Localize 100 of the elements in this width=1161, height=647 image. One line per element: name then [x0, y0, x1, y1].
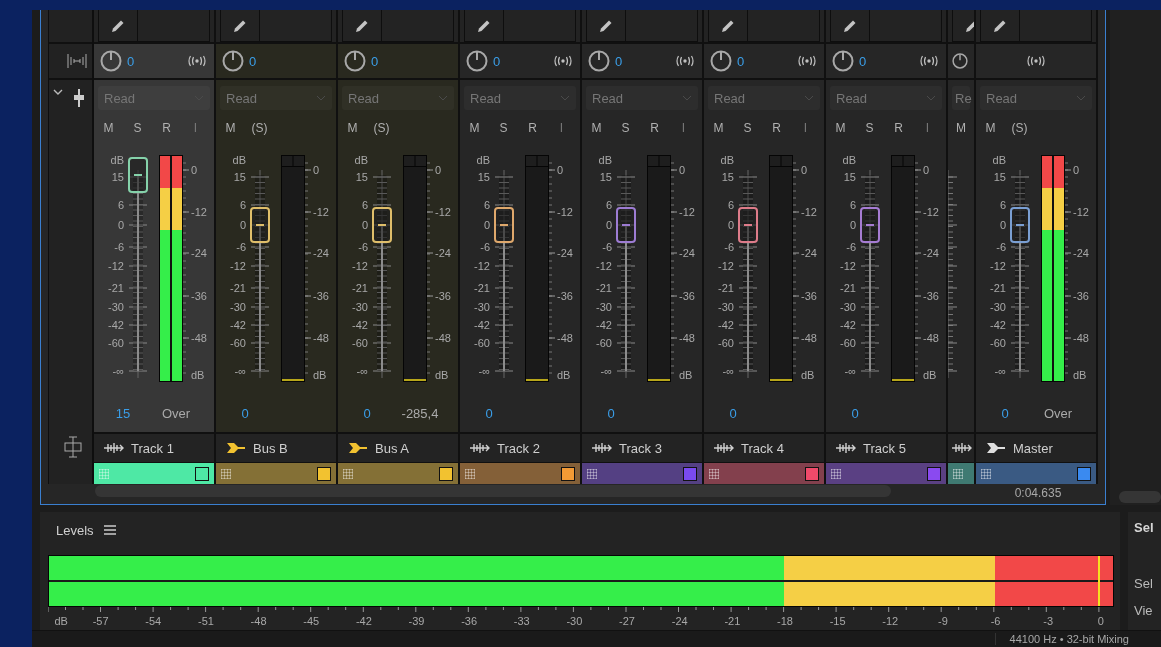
- meter-scale-label: 0: [557, 164, 564, 176]
- broadcast-icon[interactable]: [552, 55, 574, 67]
- broadcast-icon[interactable]: [186, 55, 208, 67]
- channel-toggle-button[interactable]: R: [640, 120, 669, 136]
- volume-value[interactable]: 0: [591, 406, 631, 422]
- channel-toggle-button[interactable]: M: [216, 120, 245, 136]
- channel-toggle-button[interactable]: S: [489, 120, 518, 136]
- pencil-icon[interactable]: [111, 18, 125, 33]
- broadcast-icon[interactable]: [1025, 55, 1047, 67]
- knob-icon[interactable]: [952, 50, 968, 72]
- grid-icon[interactable]: [343, 468, 353, 479]
- pan-value[interactable]: 0: [249, 53, 257, 69]
- channel-toggle-button[interactable]: (S): [367, 120, 396, 136]
- grid-icon[interactable]: [465, 468, 475, 479]
- knob-icon[interactable]: [466, 50, 488, 72]
- color-swatch[interactable]: [1077, 466, 1091, 481]
- channel-toggle-button[interactable]: M: [976, 120, 1005, 136]
- chevron-down-icon[interactable]: [53, 88, 63, 96]
- volume-value[interactable]: 0: [835, 406, 875, 422]
- pencil-icon[interactable]: [355, 18, 369, 33]
- grid-icon[interactable]: [981, 468, 991, 479]
- volume-value[interactable]: 0: [347, 406, 387, 422]
- pan-value[interactable]: 0: [493, 53, 501, 69]
- channel-toggle-button[interactable]: S: [123, 120, 152, 136]
- track-name[interactable]: Track 2: [497, 440, 540, 456]
- grid-icon[interactable]: [221, 468, 231, 479]
- track-icon[interactable]: [62, 436, 83, 458]
- volume-value[interactable]: 0: [985, 406, 1025, 422]
- grid-icon[interactable]: [831, 468, 841, 479]
- waveform-bars-icon[interactable]: [66, 51, 88, 71]
- volume-value[interactable]: 0: [469, 406, 509, 422]
- fader-icon[interactable]: [73, 88, 85, 108]
- grid-icon[interactable]: [953, 468, 963, 479]
- fader-thumb[interactable]: [372, 206, 392, 243]
- channel-toggle-button[interactable]: M: [94, 120, 123, 136]
- horizontal-scrollbar[interactable]: [95, 485, 891, 497]
- fader-thumb[interactable]: [128, 157, 148, 193]
- pencil-icon[interactable]: [721, 18, 735, 33]
- color-swatch[interactable]: [927, 466, 941, 481]
- broadcast-icon[interactable]: [918, 55, 940, 67]
- channel-toggle-button[interactable]: S: [855, 120, 884, 136]
- color-swatch[interactable]: [195, 466, 209, 481]
- broadcast-icon[interactable]: [796, 55, 818, 67]
- pan-value[interactable]: 0: [737, 53, 745, 69]
- pencil-icon[interactable]: [477, 18, 491, 33]
- volume-value[interactable]: 15: [103, 406, 143, 422]
- grid-icon[interactable]: [709, 468, 719, 479]
- track-name[interactable]: Master: [1013, 440, 1053, 456]
- pencil-icon[interactable]: [599, 18, 613, 33]
- channel-toggle-button[interactable]: M: [704, 120, 733, 136]
- pan-value[interactable]: 0: [859, 53, 867, 69]
- channel-toggle-button[interactable]: R: [762, 120, 791, 136]
- channel-toggle-button[interactable]: M: [948, 120, 974, 136]
- color-swatch[interactable]: [317, 466, 331, 481]
- pan-value[interactable]: 0: [371, 53, 379, 69]
- channel-toggle-button[interactable]: M: [582, 120, 611, 136]
- fader-thumb[interactable]: [738, 206, 758, 243]
- volume-value[interactable]: 0: [713, 406, 753, 422]
- fader-thumb[interactable]: [494, 206, 514, 243]
- track-name[interactable]: Bus B: [253, 440, 288, 456]
- scale-label: dB: [231, 154, 246, 166]
- fader-thumb[interactable]: [1010, 206, 1030, 243]
- fader-thumb[interactable]: [616, 206, 636, 243]
- track-name[interactable]: Bus A: [375, 440, 409, 456]
- track-name[interactable]: Track 3: [619, 440, 662, 456]
- scale-label: -30: [566, 615, 583, 627]
- channel-toggle-button[interactable]: R: [152, 120, 181, 136]
- pencil-icon[interactable]: [233, 18, 247, 33]
- channel-toggle-button[interactable]: S: [733, 120, 762, 136]
- pan-value[interactable]: 0: [615, 53, 623, 69]
- broadcast-icon[interactable]: [674, 55, 696, 67]
- track-name[interactable]: Track 1: [131, 440, 174, 456]
- fader-thumb[interactable]: [860, 206, 880, 243]
- color-swatch[interactable]: [561, 466, 575, 481]
- channel-toggle-button[interactable]: (S): [245, 120, 274, 136]
- channel-toggle-button[interactable]: M: [338, 120, 367, 136]
- pan-value[interactable]: 0: [127, 53, 135, 69]
- knob-icon[interactable]: [344, 50, 366, 72]
- knob-icon[interactable]: [710, 50, 732, 72]
- track-name[interactable]: Track 5: [863, 440, 906, 456]
- channel-toggle-button[interactable]: (S): [1005, 120, 1034, 136]
- knob-icon[interactable]: [832, 50, 854, 72]
- menu-icon[interactable]: [103, 525, 116, 535]
- volume-value[interactable]: 0: [225, 406, 265, 422]
- pencil-icon[interactable]: [993, 18, 1007, 33]
- pencil-icon[interactable]: [843, 18, 857, 33]
- track-name[interactable]: Track 4: [741, 440, 784, 456]
- grid-icon[interactable]: [587, 468, 597, 479]
- fader-thumb[interactable]: [250, 206, 270, 243]
- channel-toggle-button[interactable]: M: [460, 120, 489, 136]
- channel-toggle-button[interactable]: R: [518, 120, 547, 136]
- channel-toggle-button[interactable]: S: [611, 120, 640, 136]
- color-swatch[interactable]: [439, 466, 453, 481]
- knob-icon[interactable]: [222, 50, 244, 72]
- channel-toggle-button[interactable]: R: [884, 120, 913, 136]
- color-swatch[interactable]: [683, 466, 697, 481]
- knob-icon[interactable]: [588, 50, 610, 72]
- channel-toggle-button[interactable]: M: [826, 120, 855, 136]
- color-swatch[interactable]: [805, 466, 819, 481]
- knob-icon[interactable]: [100, 50, 122, 72]
